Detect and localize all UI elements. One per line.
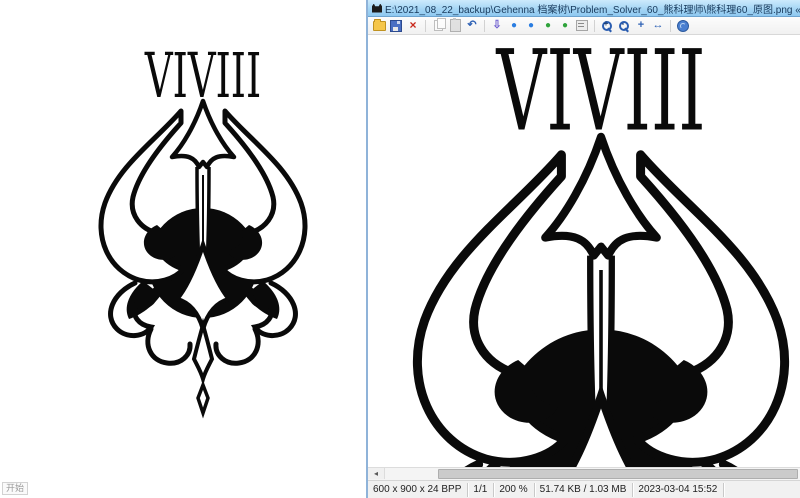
delete-button[interactable]: ×	[405, 18, 421, 33]
status-dimensions: 600 x 900 x 24 BPP	[368, 483, 468, 497]
status-bar: 600 x 900 x 24 BPP 1/1 200 % 51.74 KB / …	[368, 480, 800, 498]
image-canvas[interactable]	[368, 35, 800, 467]
scrollbar-thumb[interactable]	[438, 469, 798, 479]
background-image-pane: 开始	[0, 0, 366, 498]
emblem-artwork-small	[53, 25, 353, 425]
folder-icon	[373, 21, 386, 31]
zoom-out-button[interactable]: -	[616, 18, 632, 33]
nav-down-button[interactable]: ⇩	[489, 18, 505, 33]
status-page-index: 1/1	[468, 483, 494, 497]
status-file-size: 51.74 KB / 1.03 MB	[535, 483, 634, 497]
scroll-left-arrow[interactable]: ◂	[368, 468, 385, 479]
paste-button[interactable]	[447, 18, 463, 33]
toolbar-separator	[484, 20, 485, 32]
cat-window-icon[interactable]	[372, 4, 382, 13]
image-viewer-window: E:\2021_08_22_backup\Gehenna 档案树\Problem…	[366, 0, 800, 498]
zoom-in-icon: +	[601, 20, 613, 32]
zoom-out-icon: -	[618, 20, 630, 32]
paste-icon	[450, 19, 461, 32]
copy-icon	[434, 20, 443, 31]
title-bar[interactable]: E:\2021_08_22_backup\Gehenna 档案树\Problem…	[368, 0, 800, 17]
floppy-icon	[390, 20, 402, 32]
zoom-in-button[interactable]: +	[599, 18, 615, 33]
globe-icon	[677, 20, 689, 32]
list-icon	[576, 20, 588, 31]
list-view-button[interactable]	[574, 18, 590, 33]
toolbar: × ↶ ⇩ ● ● ● ● + - + ↔	[368, 17, 800, 35]
status-zoom-level: 200 %	[494, 483, 534, 497]
play-loop-button[interactable]: ●	[557, 18, 573, 33]
undo-button[interactable]: ↶	[464, 18, 480, 33]
toolbar-separator	[670, 20, 671, 32]
toolbar-separator	[425, 20, 426, 32]
fit-window-button[interactable]: ↔	[650, 18, 666, 33]
play-forward-button[interactable]: ●	[540, 18, 556, 33]
copy-button[interactable]	[430, 18, 446, 33]
open-button[interactable]	[371, 18, 387, 33]
start-hint-label: 开始	[2, 482, 28, 495]
pan-button[interactable]: +	[633, 18, 649, 33]
next-image-button[interactable]: ●	[523, 18, 539, 33]
prev-image-button[interactable]: ●	[506, 18, 522, 33]
status-modified-date: 2023-03-04 15:52	[633, 483, 724, 497]
save-button[interactable]	[388, 18, 404, 33]
emblem-artwork-zoomed	[368, 35, 800, 467]
window-title: E:\2021_08_22_backup\Gehenna 档案树\Problem…	[385, 1, 800, 16]
toolbar-separator	[594, 20, 595, 32]
horizontal-scrollbar[interactable]: ◂	[368, 467, 800, 480]
about-button[interactable]	[675, 18, 691, 33]
